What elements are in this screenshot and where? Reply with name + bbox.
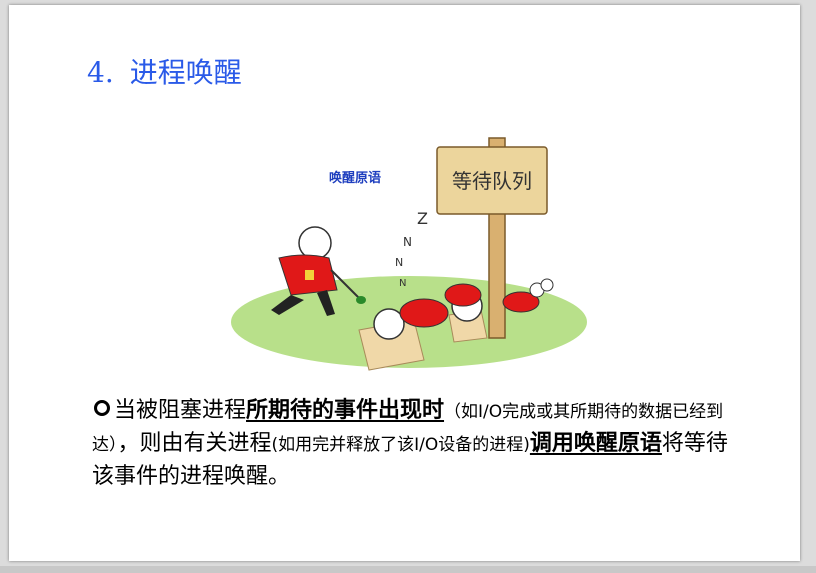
body-seg1: 当被阻塞进程 [114, 398, 247, 423]
next-slide-strip [0, 566, 816, 573]
body-paragraph: 当被阻塞进程所期待的事件出现时（如I/O完成或其所期待的数据已经到达），则由有关… [92, 395, 742, 492]
bullet-icon [94, 400, 110, 416]
body-seg6-underlined: 调用唤醒原语 [529, 431, 662, 456]
body-seg5: (如用完并释放了该I/O设备的进程) [271, 435, 530, 455]
body-seg4: ，则由有关进程 [117, 431, 272, 456]
sleep-z-1: Z [417, 209, 428, 228]
wakeup-primitive-label: 唤醒原语 [329, 170, 381, 186]
sleep-z-3: N [395, 256, 403, 269]
wakeup-illustration: 唤醒原语 等待队列 Z N N N [231, 137, 587, 371]
title-number: 4. [87, 56, 114, 89]
body-seg2-underlined: 所期待的事件出现时 [246, 398, 445, 423]
wait-queue-sign-text: 等待队列 [452, 169, 532, 193]
slide-title: 4. 进程唤醒 [87, 51, 242, 91]
slide: 4. 进程唤醒 唤醒原语 等待队列 Z N N N 当被阻塞进程所期待的事件出现… [9, 5, 800, 561]
title-text: 进程唤醒 [129, 56, 242, 89]
sleep-z-4: N [399, 278, 406, 289]
sleep-z-2: N [403, 235, 412, 249]
